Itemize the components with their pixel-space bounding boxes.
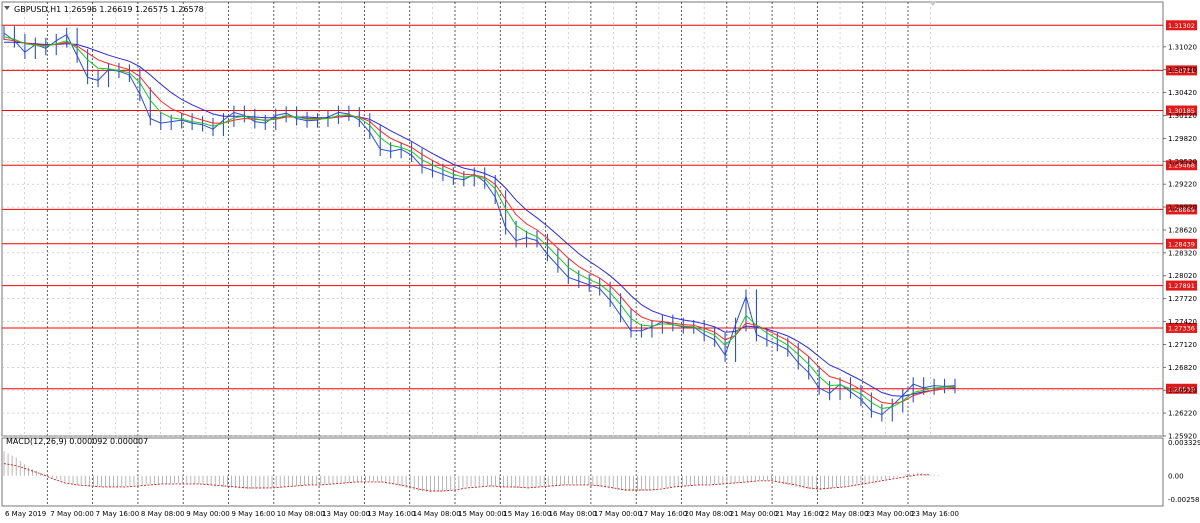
ma-slow-line bbox=[4, 41, 956, 397]
price-line bbox=[3, 32, 956, 416]
time-axis: 6 May 2019 7 May 00:00 7 May 16:00 8 May 08… bbox=[5, 510, 959, 518]
y-tick-label: 1.27120 bbox=[1168, 341, 1197, 349]
x-tick-label: 16 May 08:00 bbox=[549, 510, 597, 518]
y-tick-label: 1.26520 bbox=[1168, 387, 1197, 395]
x-tick-label: 13 May 00:00 bbox=[322, 510, 370, 518]
y-tick-label: 1.26820 bbox=[1168, 364, 1197, 372]
macd-label: MACD(12,26,9) 0.000092 0.000007 bbox=[6, 437, 148, 446]
level-line[interactable]: 1.30711 bbox=[2, 65, 1197, 76]
x-tick-label: 6 May 2019 bbox=[5, 510, 46, 518]
y-tick-label: 1.28620 bbox=[1168, 226, 1197, 234]
x-tick-label: 23 May 16:00 bbox=[911, 510, 959, 518]
level-label: 1.28439 bbox=[1168, 240, 1195, 248]
y-tick-label: 1.28920 bbox=[1168, 204, 1197, 212]
macd-zero-label: 0.00 bbox=[1168, 472, 1184, 480]
x-tick-label: 21 May 00:00 bbox=[730, 510, 778, 518]
x-tick-label: 7 May 16:00 bbox=[96, 510, 140, 518]
x-tick-label: 17 May 16:00 bbox=[639, 510, 687, 518]
x-tick-label: 15 May 16:00 bbox=[503, 510, 551, 518]
level-line[interactable]: 1.28889 bbox=[2, 204, 1197, 215]
level-line[interactable]: 1.28439 bbox=[2, 238, 1197, 249]
x-tick-label: 9 May 00:00 bbox=[186, 510, 230, 518]
level-line[interactable]: 1.27336 bbox=[2, 322, 1197, 333]
macd-frame bbox=[1, 437, 1164, 507]
level-label: 1.31302 bbox=[1168, 22, 1195, 30]
grid bbox=[1, 1, 1164, 507]
y-tick-label: 1.29520 bbox=[1168, 158, 1197, 166]
level-line[interactable]: 1.31302 bbox=[2, 20, 1197, 31]
y-tick-label: 1.26220 bbox=[1168, 410, 1197, 418]
y-tick-label: 1.30120 bbox=[1168, 112, 1197, 120]
scroll-marker-icon[interactable] bbox=[929, 1, 937, 6]
chart-window: 1.31302 1.30711 1.30185 1.29468 1.28889 1.284… bbox=[0, 0, 1200, 523]
macd-bottom-label: -0.002585 bbox=[1168, 496, 1200, 504]
x-tick-label: 14 May 08:00 bbox=[413, 510, 461, 518]
symbol-header: GBPUSD,H1 1.26596 1.26619 1.26575 1.2657… bbox=[14, 5, 204, 14]
x-tick-label: 9 May 16:00 bbox=[232, 510, 276, 518]
x-tick-label: 10 May 08:00 bbox=[277, 510, 325, 518]
level-line[interactable]: 1.29468 bbox=[2, 160, 1197, 171]
y-tick-label: 1.30720 bbox=[1168, 66, 1197, 74]
macd-top-label: 0.003329 bbox=[1168, 439, 1200, 447]
x-tick-label: 17 May 00:00 bbox=[594, 510, 642, 518]
y-tick-label: 1.27720 bbox=[1168, 295, 1197, 303]
x-tick-label: 13 May 16:00 bbox=[367, 510, 415, 518]
x-tick-label: 23 May 00:00 bbox=[866, 510, 914, 518]
main-frame bbox=[1, 1, 1164, 437]
y-tick-label: 1.29820 bbox=[1168, 135, 1197, 143]
gbpusd-chart[interactable]: 1.313021.307111.301851.294681.288891.284… bbox=[0, 0, 1200, 523]
x-tick-label: 21 May 16:00 bbox=[775, 510, 823, 518]
symbol-dropdown-icon[interactable] bbox=[4, 6, 10, 10]
x-tick-label: 20 May 08:00 bbox=[685, 510, 733, 518]
level-label: 1.27891 bbox=[1168, 282, 1195, 290]
x-tick-label: 22 May 08:00 bbox=[820, 510, 868, 518]
y-tick-label: 1.28020 bbox=[1168, 272, 1197, 280]
x-tick-label: 7 May 00:00 bbox=[50, 510, 94, 518]
price-series bbox=[3, 26, 956, 422]
y-tick-label: 1.27420 bbox=[1168, 318, 1197, 326]
x-tick-label: 15 May 00:00 bbox=[458, 510, 506, 518]
y-tick-label: 1.28320 bbox=[1168, 249, 1197, 257]
level-line[interactable]: 1.26539 bbox=[2, 383, 1197, 394]
x-tick-label: 8 May 08:00 bbox=[141, 510, 185, 518]
y-tick-label: 1.29220 bbox=[1168, 181, 1197, 189]
y-tick-label: 1.30420 bbox=[1168, 89, 1197, 97]
y-tick-label: 1.31020 bbox=[1168, 43, 1197, 51]
